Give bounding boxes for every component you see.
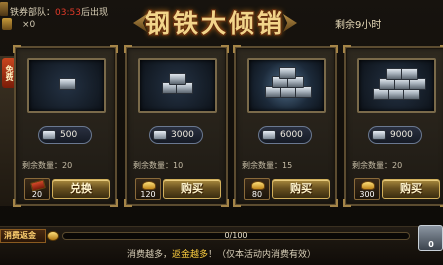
rebate-progress-text: 0/100: [224, 231, 248, 240]
cost-box: 120: [135, 178, 161, 200]
event-timer-suffix: 后出现: [80, 8, 108, 18]
remaining-quantity: 剩余数量：20: [22, 161, 73, 170]
steel-amount: 6000: [258, 126, 312, 144]
purchase-row: 20 兑换: [24, 178, 111, 200]
steel-amount: 3000: [149, 126, 203, 144]
cost-box: 300: [354, 178, 380, 200]
event-info: 铁券部队：03:53后出现 ×0: [0, 0, 150, 42]
purchase-row: 80 购买: [244, 178, 331, 200]
page-title: 钢铁大倾销: [144, 9, 285, 38]
sale-card-4: 9000 剩余数量：20 300 购买: [343, 45, 443, 207]
rebate-hint-gold: 返金越多: [171, 250, 208, 260]
rebate-chest-icon[interactable]: 0: [418, 225, 443, 251]
cost-box: 20: [24, 178, 50, 200]
gold-ingot-icon: [251, 181, 265, 190]
event-timer-value: 03:53: [55, 8, 81, 18]
ticket-count: ×0: [22, 20, 36, 30]
steel-ingot-icon[interactable]: [27, 58, 106, 113]
rebate-hint: 消费越多，返金越多！（仅本活动内消费有效）: [0, 247, 443, 260]
rebate-label: 消费返金: [0, 229, 46, 243]
steel-amount: 9000: [368, 126, 422, 144]
cost-box: 80: [244, 178, 270, 200]
buy-button[interactable]: 购买: [272, 179, 330, 199]
remaining-time: 剩余9小时: [335, 20, 382, 31]
steel-icon: [153, 130, 167, 140]
steel-icon: [42, 130, 56, 140]
sale-card-2: 3000 剩余数量：10 120 购买: [124, 45, 229, 207]
cost-value: 80: [251, 190, 263, 199]
buy-button[interactable]: 购买: [163, 179, 221, 199]
purchase-row: 120 购买: [135, 178, 222, 200]
chest-value: 0: [428, 240, 434, 249]
sale-card-3: 6000 剩余数量：15 80 购买: [233, 45, 338, 207]
steel-icon: [372, 130, 386, 140]
remaining-quantity: 剩余数量：10: [133, 161, 184, 170]
steel-ingot-icon[interactable]: [138, 58, 217, 113]
gold-coin-icon: [47, 231, 59, 241]
rebate-hint-suffix: ！（仅本活动内消费有效）: [208, 250, 317, 260]
event-timer-text: 铁券部队：03:53后出现: [10, 5, 108, 18]
steel-amount: 500: [38, 126, 92, 144]
steel-icon: [262, 130, 276, 140]
steel-amount-value: 6000: [280, 130, 303, 140]
cost-value: 120: [140, 190, 156, 199]
steel-ingot-icon[interactable]: [247, 58, 326, 113]
steel-amount-value: 9000: [390, 130, 413, 140]
sale-card-1: 500 剩余数量：20 20 兑换: [13, 45, 118, 207]
rebate-hint-prefix: 消费越多，: [126, 250, 172, 260]
steel-amount-value: 3000: [171, 130, 194, 140]
steel-ingot-icon[interactable]: [357, 58, 436, 113]
buy-button[interactable]: 购买: [382, 179, 440, 199]
ticket-icon: [2, 18, 12, 30]
steel-sale-panel: 铁券部队：03:53后出现 ×0 钢铁大倾销 剩余9小时 免费 500 剩余数量…: [0, 0, 443, 265]
gold-ingot-icon: [361, 181, 375, 190]
event-timer-prefix: 铁券部队：: [10, 8, 56, 18]
steel-amount-value: 500: [60, 130, 78, 140]
purchase-row: 300 购买: [354, 178, 441, 200]
exchange-button[interactable]: 兑换: [52, 179, 110, 199]
title-banner: 钢铁大倾销: [135, 4, 295, 40]
cost-value: 20: [31, 190, 43, 199]
cost-value: 300: [359, 190, 375, 199]
remaining-quantity: 剩余数量：15: [242, 161, 293, 170]
remaining-quantity: 剩余数量：20: [352, 161, 403, 170]
gold-ingot-icon: [142, 181, 156, 190]
